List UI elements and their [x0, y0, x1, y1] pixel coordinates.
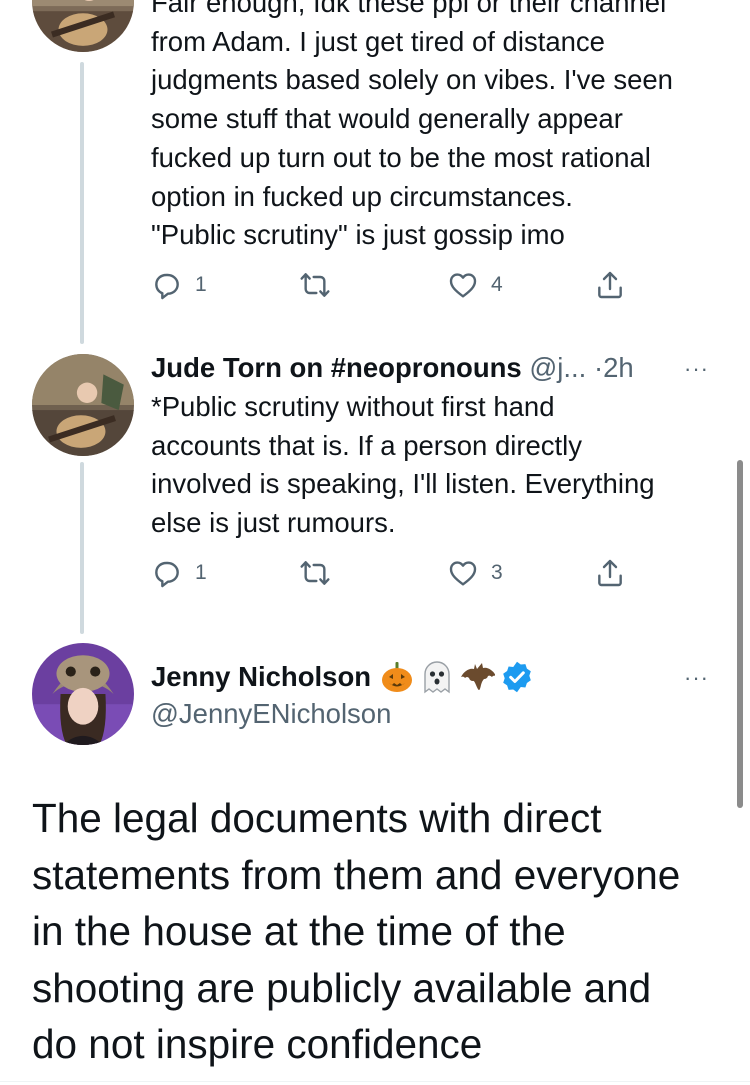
reply-button[interactable]: 1 — [151, 557, 207, 589]
tweet-actions: 1 4 — [151, 269, 641, 305]
like-button[interactable]: 4 — [447, 269, 503, 301]
reply-count: 1 — [195, 273, 207, 296]
ghost-icon — [424, 661, 450, 694]
scrollbar[interactable] — [737, 460, 743, 808]
reply-count: 1 — [195, 561, 207, 584]
share-icon — [598, 271, 622, 299]
tweet-text: Fair enough, Idk these ppl or their chan… — [151, 0, 673, 251]
thread-line — [80, 62, 84, 344]
display-name[interactable]: Jude Torn on #neopronouns — [151, 352, 522, 383]
share-button[interactable] — [594, 269, 626, 301]
tweet-actions: 1 3 — [151, 557, 641, 593]
retweet-icon — [300, 273, 330, 297]
retweet-button[interactable] — [299, 557, 331, 589]
tweet-header: Jude Torn on #neopronouns @j... ·2h — [151, 349, 634, 387]
retweet-icon — [300, 561, 330, 585]
avatar[interactable] — [32, 643, 134, 745]
like-button[interactable]: 3 — [447, 557, 503, 589]
separator-dot: · — [593, 352, 604, 383]
more-options-button[interactable]: ··· — [684, 358, 709, 380]
display-name-text: Jenny Nicholson — [151, 661, 372, 692]
pumpkin-icon — [382, 662, 413, 692]
bat-icon — [461, 663, 496, 690]
user-handle[interactable]: @JennyENicholson — [151, 695, 391, 733]
reply-icon — [155, 273, 179, 300]
timestamp[interactable]: 2h — [603, 352, 634, 383]
share-button[interactable] — [594, 557, 626, 589]
heart-icon — [449, 561, 477, 586]
tweet-text: *Public scrutiny without first hand acco… — [151, 391, 655, 539]
more-options-button[interactable]: ··· — [684, 667, 709, 689]
main-tweet-text: The legal documents with direct statemen… — [32, 795, 681, 1067]
thread-line — [80, 462, 84, 634]
retweet-button[interactable] — [299, 269, 331, 301]
user-handle[interactable]: @j... — [529, 352, 586, 383]
divider — [0, 1081, 750, 1082]
avatar[interactable] — [32, 354, 134, 456]
reply-button[interactable]: 1 — [151, 269, 207, 301]
avatar[interactable] — [32, 0, 134, 52]
like-count: 4 — [491, 273, 503, 296]
heart-icon — [449, 273, 477, 298]
share-icon — [598, 559, 622, 587]
display-name[interactable]: Jenny Nicholson — [151, 658, 535, 696]
verified-badge-icon — [503, 661, 531, 693]
like-count: 3 — [491, 561, 503, 584]
reply-icon — [155, 561, 179, 588]
name-emojis — [379, 659, 535, 695]
